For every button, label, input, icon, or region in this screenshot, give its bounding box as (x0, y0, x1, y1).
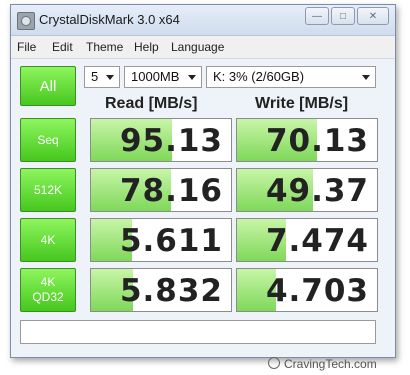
test-size-value: 1000MB (131, 69, 180, 84)
test-count-select[interactable]: 5 (84, 66, 120, 88)
maximize-button[interactable]: □ (331, 7, 355, 25)
drive-value: K: 3% (2/60GB) (213, 69, 305, 84)
512k-read-value: 78.16 (119, 173, 223, 209)
menu-language[interactable]: Language (171, 40, 224, 54)
watermark-text: CravingTech.com (284, 357, 377, 371)
chevron-down-icon (362, 75, 370, 80)
chevron-down-icon (188, 75, 196, 80)
title-bar[interactable]: CrystalDiskMark 3.0 x64 — □ ✕ (11, 5, 395, 36)
menu-edit[interactable]: Edit (52, 40, 73, 54)
drive-select[interactable]: K: 3% (2/60GB) (206, 66, 376, 88)
chevron-down-icon (106, 75, 114, 80)
test-size-select[interactable]: 1000MB (124, 66, 202, 88)
512k-write-result: 49.37 (236, 168, 378, 212)
4k-write-value: 7.474 (265, 223, 369, 259)
watermark-logo-icon (268, 357, 280, 369)
test-count-value: 5 (91, 69, 99, 84)
menu-help[interactable]: Help (134, 40, 159, 54)
4k-qd32-write-value: 4.703 (265, 273, 369, 309)
4k-read-value: 5.611 (119, 223, 223, 259)
512k-write-value: 49.37 (265, 173, 369, 209)
all-button[interactable]: All (20, 66, 76, 106)
write-header: Write [MB/s] (255, 95, 349, 112)
seq-button[interactable]: Seq (20, 118, 76, 162)
window-title: CrystalDiskMark 3.0 x64 (39, 12, 180, 27)
comment-field[interactable] (20, 320, 376, 344)
4k-write-result: 7.474 (236, 218, 378, 262)
4k-qd32-read-value: 5.832 (119, 273, 223, 309)
4k-qd32-label-line1: 4K (40, 275, 56, 289)
menu-theme[interactable]: Theme (86, 40, 123, 54)
512k-button[interactable]: 512K (20, 168, 76, 212)
seq-read-result: 95.13 (90, 118, 232, 162)
512k-read-result: 78.16 (90, 168, 232, 212)
4k-qd32-button[interactable]: 4K QD32 (20, 268, 76, 312)
4k-qd32-label-line2: QD32 (32, 290, 64, 304)
4k-button[interactable]: 4K (20, 218, 76, 262)
menu-file[interactable]: File (17, 40, 36, 54)
disk-icon (17, 12, 35, 30)
read-header: Read [MB/s] (105, 95, 198, 112)
4k-read-result: 5.611 (90, 218, 232, 262)
4k-qd32-read-result: 5.832 (90, 268, 232, 312)
seq-read-value: 95.13 (119, 123, 223, 159)
4k-qd32-write-result: 4.703 (236, 268, 378, 312)
watermark: CravingTech.com (268, 357, 377, 371)
close-button[interactable]: ✕ (357, 7, 389, 25)
seq-write-value: 70.13 (265, 123, 369, 159)
seq-write-result: 70.13 (236, 118, 378, 162)
minimize-button[interactable]: — (305, 7, 329, 25)
menu-bar: File Edit Theme Help Language (11, 36, 395, 59)
